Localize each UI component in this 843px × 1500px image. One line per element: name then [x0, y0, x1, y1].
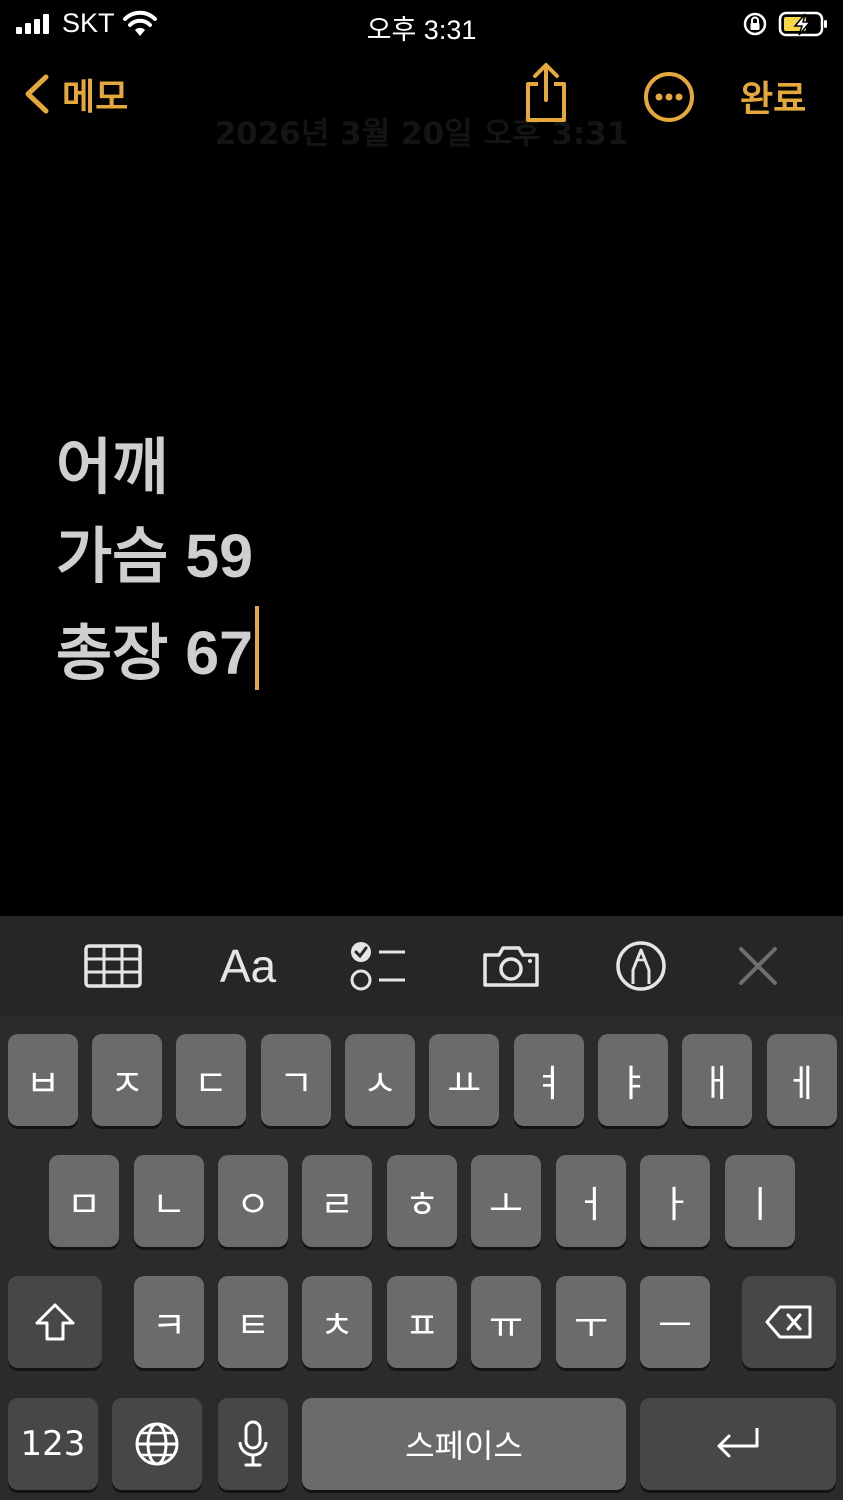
text-cursor — [255, 606, 260, 690]
back-button[interactable]: 메모 — [18, 68, 128, 120]
numbers-key[interactable]: 123 — [8, 1398, 98, 1490]
share-icon — [526, 63, 566, 122]
key[interactable]: ㅠ — [471, 1276, 541, 1368]
key[interactable]: ㅌ — [218, 1276, 288, 1368]
checklist-button[interactable] — [348, 938, 408, 994]
key[interactable]: ㅎ — [387, 1155, 457, 1247]
key[interactable]: ㄹ — [302, 1155, 372, 1247]
globe-key[interactable] — [112, 1398, 202, 1490]
key[interactable]: ㅋ — [134, 1276, 204, 1368]
status-bar: SKT 오후 3:31 — [0, 0, 843, 48]
close-icon — [739, 947, 777, 985]
markup-icon — [616, 941, 666, 991]
format-icon: Aa — [219, 940, 277, 992]
dictation-key[interactable] — [218, 1398, 288, 1490]
key[interactable]: ㅍ — [387, 1276, 457, 1368]
share-button[interactable] — [518, 62, 574, 128]
note-text-area[interactable]: 어깨 가슴 59 총장 67 — [56, 428, 816, 695]
note-line-text: 총장 67 — [56, 619, 254, 687]
note-toolbar: Aa — [0, 916, 843, 1016]
close-toolbar-button[interactable] — [734, 938, 782, 994]
key[interactable]: ㄱ — [261, 1034, 331, 1126]
note-line: 총장 67 — [56, 606, 816, 695]
key[interactable]: ㅡ — [640, 1276, 710, 1368]
markup-button[interactable] — [612, 938, 670, 994]
format-button[interactable]: Aa — [212, 938, 284, 994]
return-icon — [717, 1428, 759, 1458]
key[interactable]: ㅔ — [767, 1034, 837, 1126]
key[interactable]: ㅅ — [345, 1034, 415, 1126]
key[interactable]: ㅁ — [49, 1155, 119, 1247]
table-icon — [84, 944, 142, 988]
key[interactable]: ㅇ — [218, 1155, 288, 1247]
key[interactable]: ㅣ — [725, 1155, 795, 1247]
key[interactable]: ㅜ — [556, 1276, 626, 1368]
return-key[interactable] — [640, 1398, 836, 1490]
key[interactable]: ㅊ — [302, 1276, 372, 1368]
key[interactable]: ㅏ — [640, 1155, 710, 1247]
key[interactable]: ㄴ — [134, 1155, 204, 1247]
microphone-icon — [238, 1420, 268, 1467]
note-line: 가슴 59 — [56, 522, 254, 590]
ellipsis-circle-icon — [644, 72, 694, 122]
backspace-icon — [765, 1305, 812, 1339]
battery-charging-icon — [778, 11, 827, 37]
shift-icon — [35, 1303, 75, 1341]
globe-icon — [135, 1422, 179, 1466]
korean-keyboard: ㅂ ㅈ ㄷ ㄱ ㅅ ㅛ ㅕ ㅑ ㅐ ㅔ ㅁ ㄴ ㅇ ㄹ ㅎ ㅗ ㅓ ㅏ ㅣ ㅋ … — [0, 1016, 843, 1500]
done-button[interactable]: 완료 — [740, 70, 806, 122]
back-label: 메모 — [62, 77, 129, 118]
key[interactable]: ㅗ — [471, 1155, 541, 1247]
more-options-button[interactable] — [642, 70, 696, 128]
space-key[interactable]: 스페이스 — [302, 1398, 626, 1490]
key[interactable]: ㄷ — [176, 1034, 246, 1126]
camera-button[interactable] — [480, 938, 542, 994]
shift-key[interactable] — [8, 1276, 102, 1368]
table-button[interactable] — [82, 938, 144, 994]
checklist-icon — [350, 942, 405, 991]
chevron-left-icon — [25, 74, 49, 114]
delete-key[interactable] — [742, 1276, 836, 1368]
note-line: 어깨 — [56, 433, 169, 501]
key[interactable]: ㅂ — [8, 1034, 78, 1126]
key[interactable]: ㅑ — [598, 1034, 668, 1126]
key[interactable]: ㅕ — [514, 1034, 584, 1126]
key[interactable]: ㅛ — [429, 1034, 499, 1126]
status-time: 오후 3:31 — [366, 15, 477, 45]
key[interactable]: ㅈ — [92, 1034, 162, 1126]
key[interactable]: ㅓ — [556, 1155, 626, 1247]
camera-icon — [483, 946, 539, 987]
orientation-lock-icon — [743, 12, 767, 36]
key[interactable]: ㅐ — [682, 1034, 752, 1126]
